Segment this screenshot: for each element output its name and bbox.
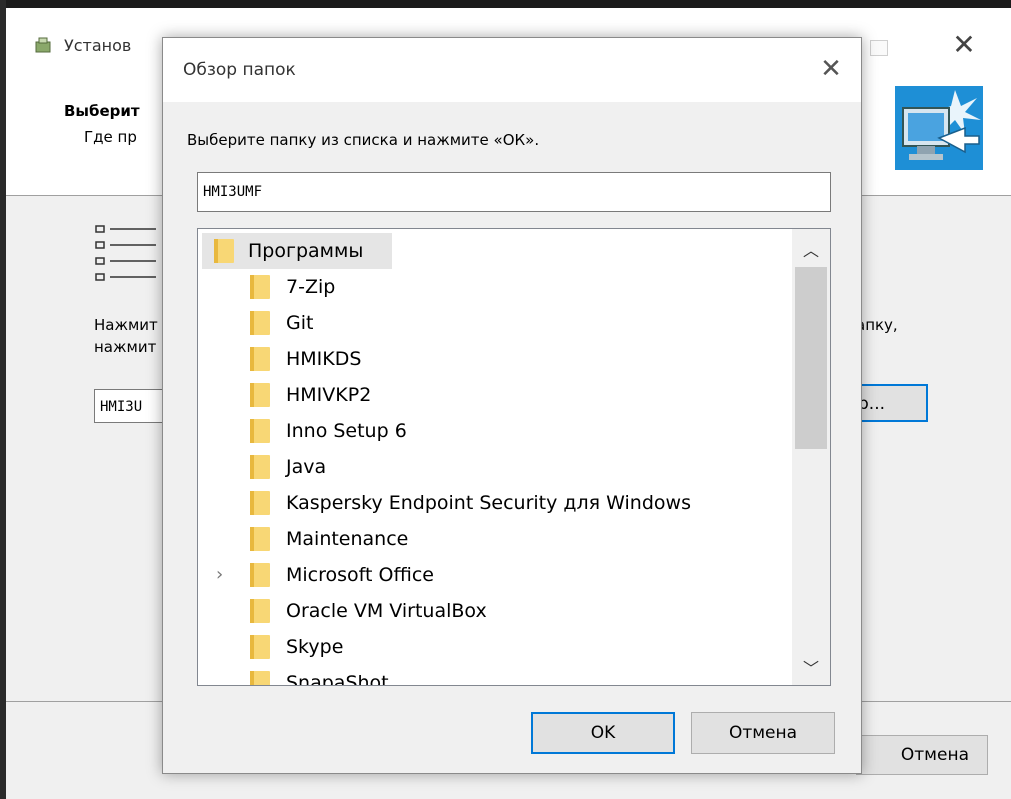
scrollbar-thumb[interactable]: [795, 267, 827, 449]
page-heading: Выберит: [64, 102, 140, 120]
tree-item[interactable]: Maintenance: [198, 521, 788, 557]
tree-item-label: Microsoft Office: [286, 564, 434, 586]
folder-icon: [250, 563, 270, 587]
folder-icon: [250, 347, 270, 371]
list-icon: [94, 224, 158, 292]
browse-button[interactable]: р...: [854, 384, 928, 422]
instruction-text-line2: нажмит: [94, 338, 157, 356]
dialog-title: Обзор папок: [183, 60, 296, 80]
dialog-cancel-button[interactable]: Отмена: [691, 712, 835, 754]
tree-item-root[interactable]: Программы: [198, 233, 788, 269]
ok-button[interactable]: OK: [531, 712, 675, 754]
expand-chevron-icon[interactable]: ›: [216, 557, 223, 593]
folder-icon: [250, 383, 270, 407]
tree-item-label: Git: [286, 312, 314, 334]
tree-item[interactable]: Oracle VM VirtualBox: [198, 593, 788, 629]
tree-item[interactable]: › Microsoft Office: [198, 557, 788, 593]
tree-item[interactable]: SnapaShot: [198, 665, 788, 686]
page-subheading: Где пр: [84, 128, 137, 146]
scroll-up-arrow-icon[interactable]: ︿: [801, 237, 821, 260]
folder-icon: [250, 275, 270, 299]
browse-folder-dialog: Обзор папок ✕ Выберите папку из списка и…: [162, 37, 862, 774]
folder-icon: [250, 311, 270, 335]
tree-item-label: HMIKDS: [286, 348, 362, 370]
minimize-button[interactable]: [870, 40, 888, 56]
tree-item-label: Inno Setup 6: [286, 420, 407, 442]
tree-item[interactable]: 7-Zip: [198, 269, 788, 305]
tree-item-label: HMIVKP2: [286, 384, 372, 406]
tree-item-label: Skype: [286, 636, 344, 658]
tree-item[interactable]: Git: [198, 305, 788, 341]
folder-tree[interactable]: Программы 7-Zip Git HMIKDS HMIVKP2 Inno …: [197, 228, 831, 686]
folder-icon: [250, 419, 270, 443]
tree-item-label: Kaspersky Endpoint Security для Windows: [286, 492, 691, 514]
tree-item-label: Maintenance: [286, 528, 409, 550]
tree-item-label: Программы: [248, 240, 364, 262]
tree-item[interactable]: Kaspersky Endpoint Security для Windows: [198, 485, 788, 521]
folder-icon: [250, 527, 270, 551]
tree-item-label: Java: [286, 456, 327, 478]
tree-item[interactable]: HMIVKP2: [198, 377, 788, 413]
installer-cancel-button[interactable]: Отмена: [856, 735, 988, 775]
screen-top-edge: [0, 0, 1011, 8]
folder-name-input[interactable]: HMI3UMF: [197, 172, 831, 212]
installer-computer-icon: [895, 86, 983, 170]
folder-icon: [214, 239, 234, 263]
tree-scrollbar[interactable]: ︿ ﹀: [792, 229, 830, 685]
folder-icon: [250, 635, 270, 659]
installer-title: Установ: [64, 36, 132, 55]
tree-item-label: 7-Zip: [286, 276, 336, 298]
installer-close-button[interactable]: ✕: [944, 30, 984, 60]
folder-icon: [250, 599, 270, 623]
tree-item-label: SnapaShot: [286, 672, 389, 686]
folder-icon: [250, 671, 270, 685]
folder-icon: [250, 455, 270, 479]
tree-item[interactable]: Java: [198, 449, 788, 485]
instruction-text-right: апку,: [856, 316, 898, 334]
instruction-text-line1: Нажмит: [94, 316, 158, 334]
tree-item[interactable]: Inno Setup 6: [198, 413, 788, 449]
dialog-titlebar: Обзор папок ✕: [163, 38, 861, 102]
scroll-down-arrow-icon[interactable]: ﹀: [801, 655, 821, 678]
tree-item[interactable]: HMIKDS: [198, 341, 788, 377]
folder-icon: [250, 491, 270, 515]
dialog-close-button[interactable]: ✕: [811, 52, 851, 86]
installer-app-icon: [34, 36, 52, 54]
dialog-prompt: Выберите папку из списка и нажмите «ОК».: [187, 131, 540, 149]
tree-item-label: Oracle VM VirtualBox: [286, 600, 487, 622]
tree-item[interactable]: Skype: [198, 629, 788, 665]
